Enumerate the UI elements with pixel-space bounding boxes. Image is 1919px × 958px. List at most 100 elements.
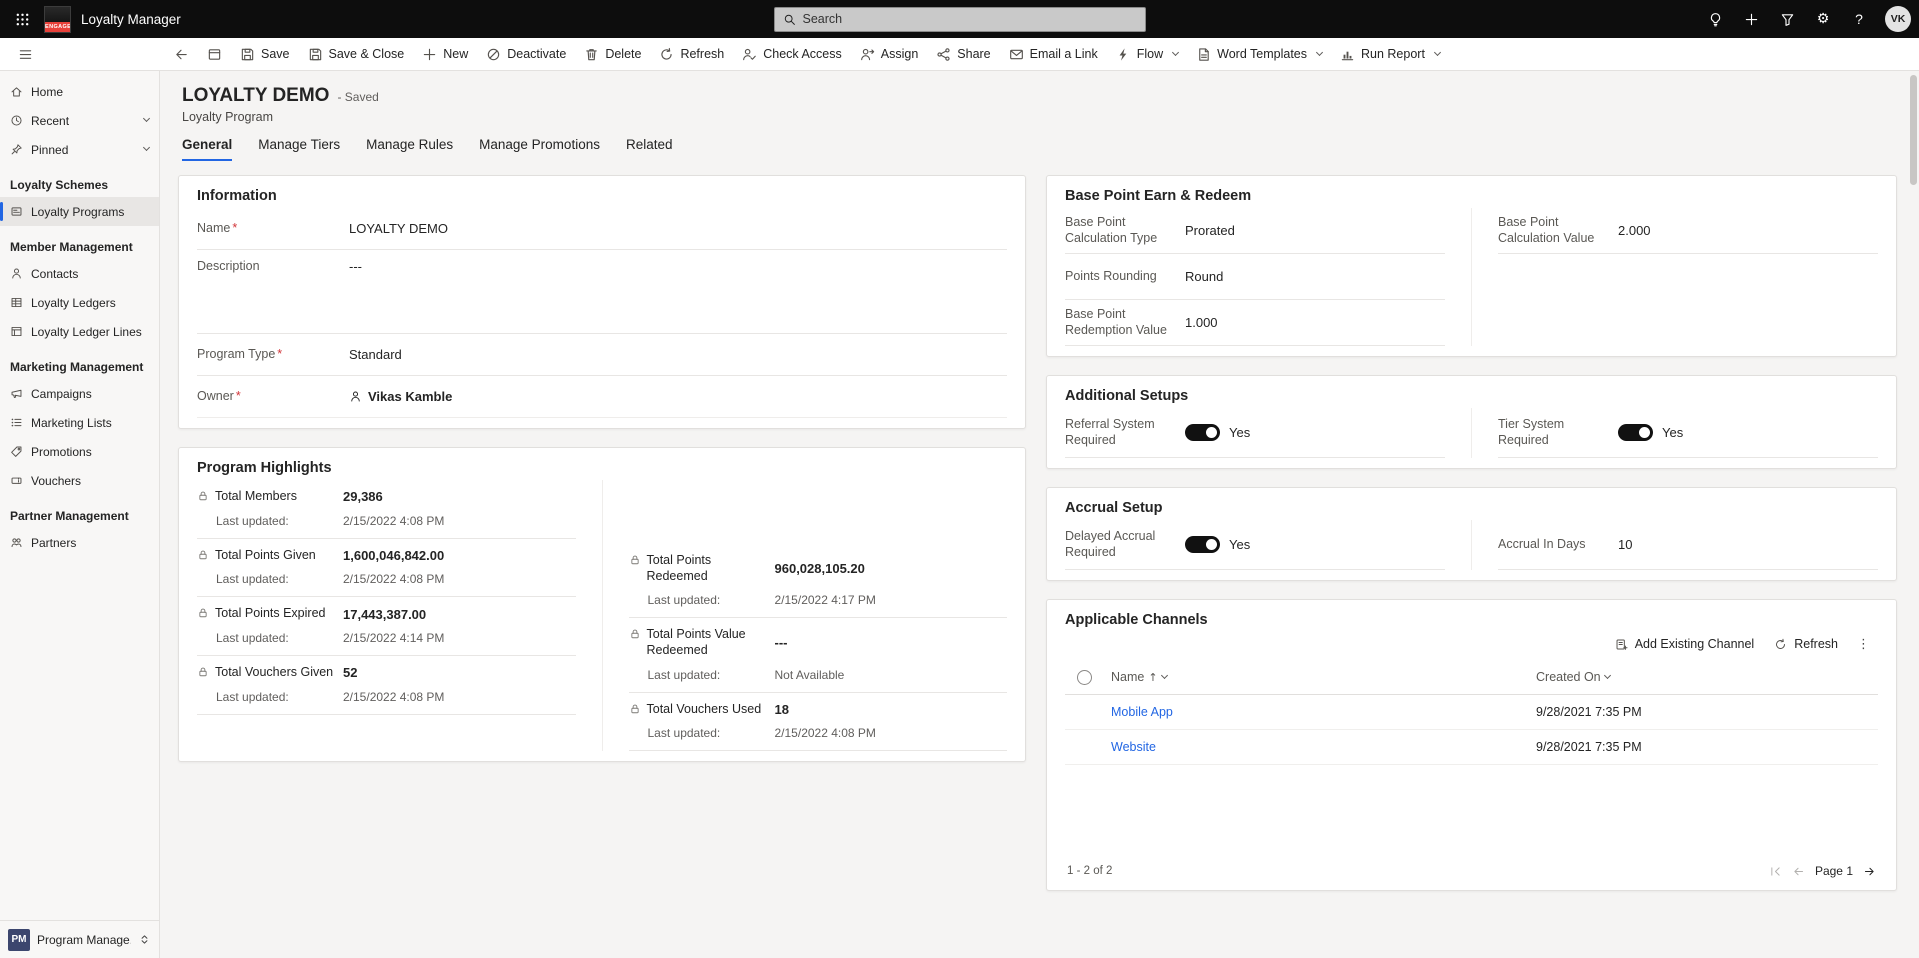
app-logo[interactable]: ENGAGE <box>44 6 71 33</box>
field-value[interactable]: Prorated <box>1185 223 1445 238</box>
word-templates-button[interactable]: Word Templates <box>1188 42 1330 67</box>
run-report-button[interactable]: Run Report <box>1332 42 1448 67</box>
sidebar-item-partners[interactable]: Partners <box>0 528 159 557</box>
settings-button[interactable]: ⚙ <box>1805 0 1841 38</box>
select-all-checkbox[interactable] <box>1077 670 1092 685</box>
tab-general[interactable]: General <box>182 137 232 161</box>
points-rounding-field[interactable]: Points Rounding Round <box>1065 254 1445 300</box>
sidebar-item-label: Home <box>31 85 63 99</box>
filter-button[interactable] <box>1769 0 1805 38</box>
base-point-calculation-type-field[interactable]: Base Point Calculation Type Prorated <box>1065 208 1445 254</box>
toggle-value: Yes <box>1229 537 1250 552</box>
additional-setups-card: Additional Setups Referral System Requir… <box>1046 375 1897 469</box>
program-type-value[interactable]: Standard <box>349 347 1007 362</box>
referral-system-required-field: Referral System Required Yes <box>1065 408 1445 458</box>
delete-button[interactable]: Delete <box>576 42 649 67</box>
field-value[interactable]: Round <box>1185 269 1445 284</box>
sidebar-item-loyalty-programs[interactable]: Loyalty Programs <box>0 197 159 226</box>
accrual-in-days-field[interactable]: Accrual In Days 10 <box>1498 520 1878 570</box>
filter-funnel-icon <box>1780 12 1795 27</box>
name-field[interactable]: Name* LOYALTY DEMO <box>197 208 1007 250</box>
created-on-column-header[interactable]: Created On <box>1536 670 1878 684</box>
app-launcher-button[interactable] <box>0 0 44 38</box>
base-point-redemption-value-field[interactable]: Base Point Redemption Value 1.000 <box>1065 300 1445 346</box>
vertical-scrollbar[interactable] <box>1910 75 1917 185</box>
help-button[interactable]: ? <box>1841 0 1877 38</box>
sidebar-item-pinned[interactable]: Pinned <box>0 135 159 164</box>
add-existing-channel-button[interactable]: Add Existing Channel <box>1606 632 1764 656</box>
field-value[interactable]: 10 <box>1618 537 1878 552</box>
sidebar-item-loyalty-ledger-lines[interactable]: Loyalty Ledger Lines <box>0 317 159 346</box>
flow-label: Flow <box>1137 47 1163 61</box>
tab-related[interactable]: Related <box>626 137 673 161</box>
stat-label: Total Points Value Redeemed <box>647 627 775 658</box>
sidebar-section-member-management: Member Management <box>0 226 159 259</box>
sidebar-item-label: Loyalty Ledger Lines <box>31 325 142 339</box>
field-value[interactable]: 1.000 <box>1185 315 1445 330</box>
save-button[interactable]: Save <box>232 42 298 67</box>
delayed-accrual-toggle[interactable] <box>1185 536 1220 553</box>
subgrid-refresh-button[interactable]: Refresh <box>1765 632 1847 656</box>
check-access-button[interactable]: Check Access <box>734 42 850 67</box>
save-and-close-button[interactable]: Save & Close <box>300 42 413 67</box>
new-button[interactable]: New <box>414 42 476 67</box>
last-updated-value: 2/15/2022 4:14 PM <box>343 631 576 645</box>
back-arrow-icon <box>174 47 189 62</box>
deactivate-button[interactable]: Deactivate <box>478 42 574 67</box>
description-field[interactable]: Description --- <box>197 250 1007 334</box>
sidebar-item-campaigns[interactable]: Campaigns <box>0 379 159 408</box>
suggestions-button[interactable] <box>1697 0 1733 38</box>
sidebar-item-label: Loyalty Ledgers <box>31 296 116 310</box>
sidebar-item-loyalty-ledgers[interactable]: Loyalty Ledgers <box>0 288 159 317</box>
first-page-button[interactable] <box>1769 865 1782 878</box>
tab-manage-promotions[interactable]: Manage Promotions <box>479 137 600 161</box>
last-updated-label: Last updated: <box>629 593 775 607</box>
refresh-icon <box>1774 638 1787 651</box>
channel-row[interactable]: Mobile App 9/28/2021 7:35 PM <box>1065 695 1878 730</box>
sidebar-item-home[interactable]: Home <box>0 77 159 106</box>
base-point-card: Base Point Earn & Redeem Base Point Calc… <box>1046 175 1897 357</box>
sitemap-toggle-button[interactable] <box>10 42 41 67</box>
sidebar-item-recent[interactable]: Recent <box>0 106 159 135</box>
previous-page-button[interactable] <box>1792 865 1805 878</box>
quick-create-button[interactable] <box>1733 0 1769 38</box>
owner-value[interactable]: Vikas Kamble <box>368 389 452 404</box>
home-icon <box>10 85 23 98</box>
refresh-button[interactable]: Refresh <box>651 42 732 67</box>
channel-row[interactable]: Website 9/28/2021 7:35 PM <box>1065 730 1878 765</box>
tier-system-toggle[interactable] <box>1618 424 1653 441</box>
chevron-down-icon <box>1172 48 1179 55</box>
share-button[interactable]: Share <box>928 42 998 67</box>
ledger-table-icon <box>10 296 23 309</box>
name-column-header[interactable]: Name ↑ <box>1111 670 1536 684</box>
sidebar-item-vouchers[interactable]: Vouchers <box>0 466 159 495</box>
channel-name-link[interactable]: Website <box>1111 740 1536 754</box>
flow-button[interactable]: Flow <box>1108 42 1186 67</box>
owner-field[interactable]: Owner* Vikas Kamble <box>197 376 1007 418</box>
tab-manage-tiers[interactable]: Manage Tiers <box>258 137 340 161</box>
stat-value: 52 <box>343 665 576 680</box>
tab-manage-rules[interactable]: Manage Rules <box>366 137 453 161</box>
required-marker: * <box>232 221 237 237</box>
back-button[interactable] <box>166 42 197 67</box>
referral-system-toggle[interactable] <box>1185 424 1220 441</box>
user-avatar[interactable]: VK <box>1885 6 1911 32</box>
program-type-field[interactable]: Program Type* Standard <box>197 334 1007 376</box>
more-commands-button[interactable]: ⋮ <box>1849 633 1878 656</box>
area-switcher[interactable]: PM Program Manage... <box>0 920 159 958</box>
next-page-button[interactable] <box>1863 865 1876 878</box>
name-value[interactable]: LOYALTY DEMO <box>349 221 1007 236</box>
description-value[interactable]: --- <box>349 259 1007 274</box>
sidebar-item-promotions[interactable]: Promotions <box>0 437 159 466</box>
app-title[interactable]: Loyalty Manager <box>81 12 181 27</box>
open-form-button[interactable] <box>199 42 230 67</box>
email-a-link-button[interactable]: Email a Link <box>1001 42 1106 67</box>
base-point-calculation-value-field[interactable]: Base Point Calculation Value 2.000 <box>1498 208 1878 254</box>
field-value[interactable]: 2.000 <box>1618 223 1878 238</box>
sidebar-item-marketing-lists[interactable]: Marketing Lists <box>0 408 159 437</box>
channel-name-link[interactable]: Mobile App <box>1111 705 1536 719</box>
sidebar-item-contacts[interactable]: Contacts <box>0 259 159 288</box>
global-search-input[interactable] <box>803 12 1137 26</box>
global-search-box[interactable] <box>774 7 1146 32</box>
assign-button[interactable]: Assign <box>852 42 927 67</box>
